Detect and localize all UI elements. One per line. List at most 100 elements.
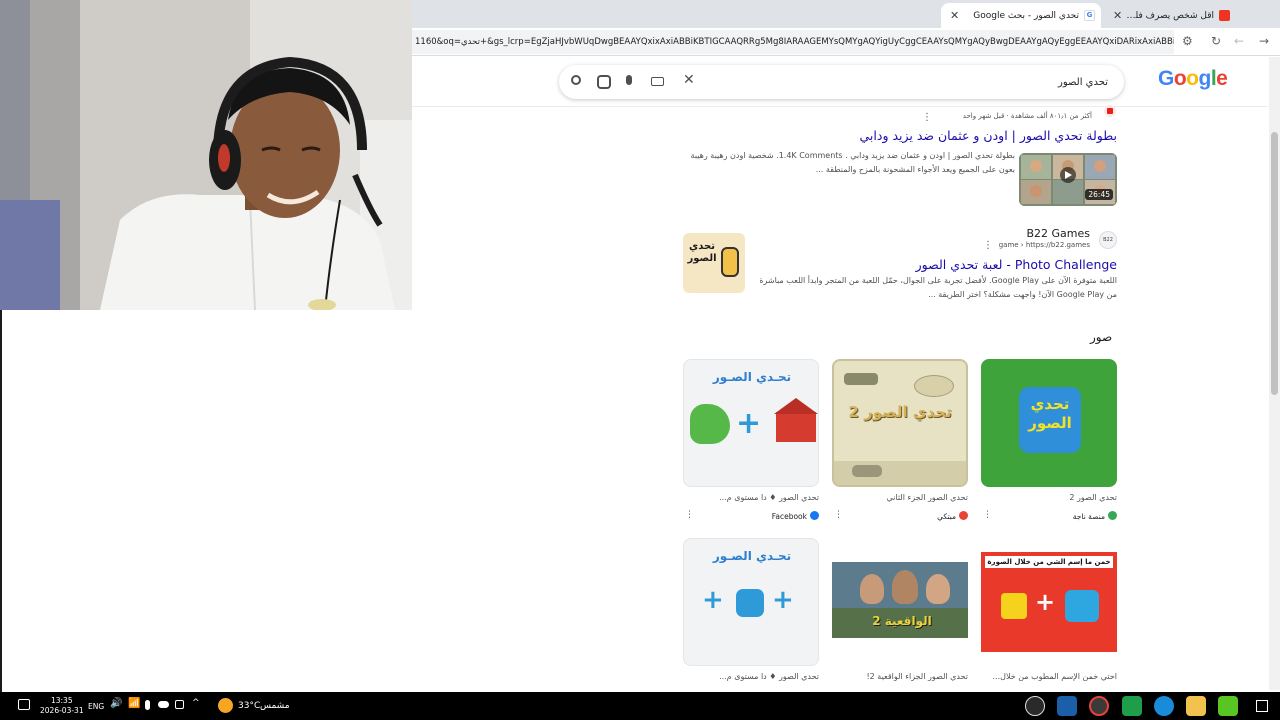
google-logo[interactable]: Google xyxy=(1158,67,1228,91)
more-options-icon[interactable]: ⋮ xyxy=(685,510,694,520)
image-source: مبتكي xyxy=(937,511,968,521)
lens-camera-icon[interactable] xyxy=(597,75,611,89)
security-shield-icon[interactable] xyxy=(1057,696,1077,716)
snippet-line: اللعبة متوفرة الآن على Google Play. لأفض… xyxy=(760,276,1117,285)
clock[interactable]: 13:35 2026-03-31 xyxy=(40,692,84,720)
dragon-icon xyxy=(690,404,730,444)
app-icon[interactable] xyxy=(1218,696,1238,716)
cloud-icon[interactable] xyxy=(158,701,169,708)
file-explorer-icon[interactable] xyxy=(1186,696,1206,716)
more-options-icon[interactable]: ⋮ xyxy=(834,510,843,520)
reload-icon[interactable]: ↻ xyxy=(1211,34,1221,48)
chevron-up-icon[interactable]: ^ xyxy=(192,698,200,708)
close-tab-icon[interactable]: ✕ xyxy=(1110,9,1125,22)
address-bar[interactable]: 1160&oq=تحدي+&gs_lcrp=EgZjaHJvbWUqDwgBEA… xyxy=(412,30,1174,54)
image-text: تحدي الصور xyxy=(1028,395,1072,432)
google-header: Google ✕ xyxy=(412,57,1268,107)
media-player-icon[interactable] xyxy=(1025,696,1045,716)
site-url: game › https://b22.games xyxy=(998,241,1090,249)
result-thumbnail[interactable]: تحدي الصور xyxy=(683,233,745,293)
result-meta: أكثر من ٨٠١٫١ ألف مشاهدة · قبل شهر واحد xyxy=(962,112,1092,120)
person-avatar xyxy=(860,574,884,604)
person-avatar xyxy=(926,574,950,604)
image-caption: تحدي الصور الجزاء الواقعية 2! xyxy=(866,672,968,681)
tab-title: اقل شخص يصرف فلوس يفوز xyxy=(1125,10,1214,21)
search-box: ✕ xyxy=(559,65,1124,99)
door-icon xyxy=(1001,593,1027,619)
google-favicon-icon: G xyxy=(1084,10,1095,21)
result-snippet: بطولة تحدي الصور | اودن و عثمان ضد يزيد … xyxy=(683,149,1015,177)
house-roof-icon xyxy=(774,398,818,414)
image-caption: احتي خمن الإسم المطوب من خلال... xyxy=(992,672,1117,681)
image-source: Facebook xyxy=(772,511,819,521)
image-caption: تحدي الصور ♦ دا مستوى م... xyxy=(719,493,819,502)
image-thumbnail: تحدي الصور xyxy=(981,359,1117,487)
image-text: تحـدي الصـور xyxy=(712,549,792,563)
microphone-icon[interactable] xyxy=(145,700,150,710)
windows-taskbar: 13:35 2026-03-31 ENG 🔊 📶 ^ 33°C مشمس xyxy=(0,692,1280,720)
snippet-line: بطولة تحدي الصور | اودن و عثمان ضد يزيد … xyxy=(690,151,1015,160)
youtube-favicon-icon xyxy=(1219,10,1230,21)
tune-icon[interactable]: ⚙ xyxy=(1182,34,1193,48)
result-snippet: اللعبة متوفرة الآن على Google Play. لأفض… xyxy=(760,274,1117,302)
cartoon-figure-icon xyxy=(721,247,739,277)
tab-youtube-video[interactable]: اقل شخص يصرف فلوس يفوز ✕ xyxy=(1104,3,1236,28)
image-text: تحدي الصور 2 xyxy=(848,403,952,421)
screen: + G تحدي الصور - بحث Google ✕ اقل شخص يص… xyxy=(0,0,1280,720)
camera-icon[interactable] xyxy=(175,700,184,709)
sun-icon xyxy=(218,698,233,713)
image-text: خمن ما إسم الشي من خلال الصورة xyxy=(985,556,1113,568)
app-icon[interactable] xyxy=(1122,696,1142,716)
notification-icon[interactable] xyxy=(18,699,30,710)
weather-label[interactable]: مشمس xyxy=(260,692,290,720)
result-title-link[interactable]: بطولة تحدي الصور | اودن و عثمان ضد يزيد … xyxy=(860,128,1117,143)
windows-start-icon[interactable] xyxy=(1256,700,1268,712)
tab-google-search[interactable]: G تحدي الصور - بحث Google ✕ xyxy=(941,3,1101,28)
more-options-icon[interactable]: ⋮ xyxy=(983,510,992,520)
letter-tile-icon xyxy=(1065,590,1099,622)
result-title-link[interactable]: Photo Challenge - لعبة تحدي الصور xyxy=(832,257,1117,272)
language-indicator[interactable]: ENG xyxy=(88,692,104,720)
images-section-heading: صور xyxy=(1090,330,1113,344)
image-thumbnail: تحدي الصور 2 xyxy=(832,359,968,487)
image-source: منصة ناجة xyxy=(1073,511,1117,521)
video-thumbnail[interactable]: 26:45 xyxy=(1019,153,1117,206)
divider xyxy=(0,310,2,692)
close-tab-icon[interactable]: ✕ xyxy=(947,9,962,22)
volume-icon[interactable]: 🔊 xyxy=(110,698,122,709)
image-caption: تحدي الصور 2 xyxy=(1069,493,1117,502)
clear-search-icon[interactable]: ✕ xyxy=(683,72,695,88)
thumbnail-text: تحدي الصور xyxy=(687,241,717,264)
house-icon xyxy=(776,412,816,442)
weather-temp[interactable]: 33°C xyxy=(238,692,260,720)
chrome-icon[interactable] xyxy=(1089,696,1109,716)
source-icon xyxy=(1108,511,1117,520)
youtube-icon xyxy=(1104,105,1116,117)
image-text: تحـدي الصـور xyxy=(712,370,792,384)
more-options-icon[interactable]: ⋮ xyxy=(922,112,932,123)
facebook-icon xyxy=(810,511,819,520)
microphone-icon[interactable] xyxy=(626,75,632,85)
tab-title: تحدي الصور - بحث Google xyxy=(973,10,1079,21)
snippet-line: من Google Play الآن! واجهت مشكلة؟ اختر ا… xyxy=(928,290,1117,299)
clock-date: 2026-03-31 xyxy=(40,706,84,715)
webcam-image xyxy=(0,0,412,310)
page-scrollbar[interactable] xyxy=(1269,57,1280,690)
back-icon[interactable]: ← xyxy=(1234,34,1244,48)
forward-icon[interactable]: → xyxy=(1259,34,1269,48)
more-options-icon[interactable]: ⋮ xyxy=(983,240,993,251)
plus-icon: + xyxy=(772,585,794,615)
image-thumbnail: تحـدي الصـور + + xyxy=(683,538,819,666)
person-avatar xyxy=(892,570,918,604)
image-text: الواقعية 2 xyxy=(872,614,932,628)
clock-time: 13:35 xyxy=(50,696,73,705)
plus-icon: + xyxy=(702,585,724,615)
image-caption: تحدي الصور الجزء الثاني xyxy=(886,493,968,502)
edge-icon[interactable] xyxy=(1154,696,1174,716)
network-icon[interactable]: 📶 xyxy=(128,698,140,709)
site-name: B22 Games xyxy=(1026,227,1090,240)
search-icon[interactable] xyxy=(571,75,581,85)
scrollbar-thumb[interactable] xyxy=(1271,132,1278,395)
search-input[interactable] xyxy=(748,73,1108,91)
keyboard-icon[interactable] xyxy=(651,77,664,86)
